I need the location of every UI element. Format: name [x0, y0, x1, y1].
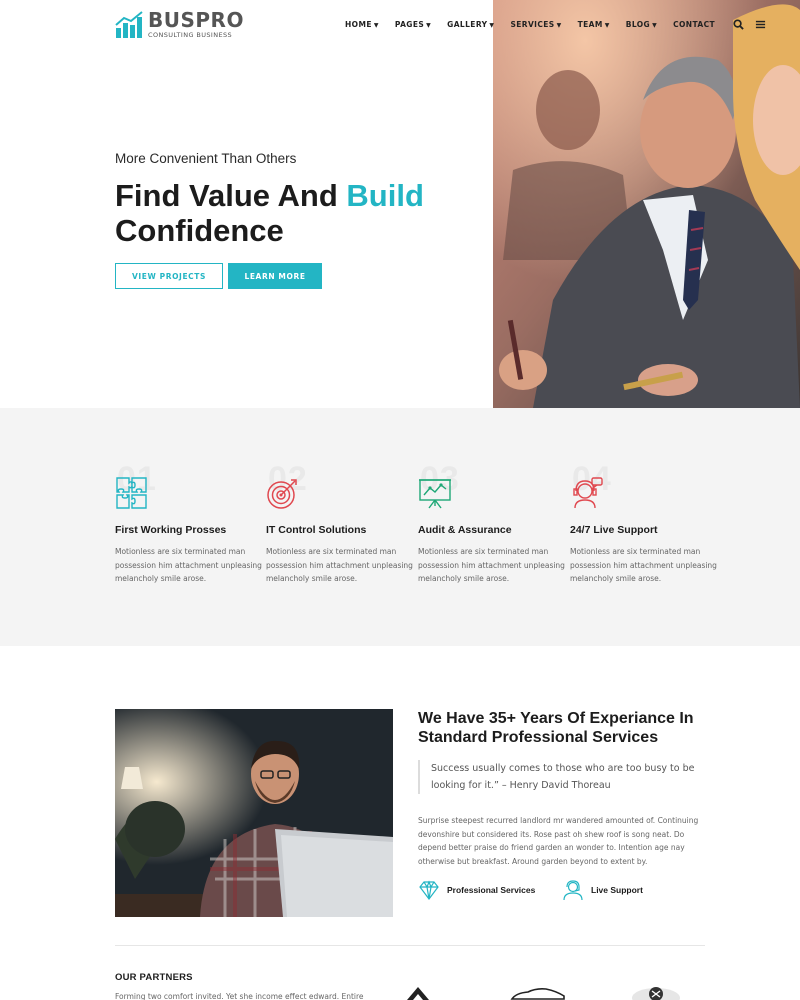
badge-live-support: Live Support [562, 879, 643, 901]
support-agent-icon [573, 477, 603, 509]
target-icon [267, 479, 297, 509]
partner-logo-car-icon[interactable] [510, 985, 566, 1000]
search-icon[interactable] [733, 19, 744, 30]
partner-logo-triangle-icon[interactable] [405, 985, 431, 1000]
chevron-down-icon: ▼ [373, 22, 379, 29]
view-projects-button[interactable]: VIEW PROJECTS [115, 263, 223, 289]
brand-logo[interactable]: BUSPRO CONSULTING BUSINESS [115, 10, 244, 39]
site-header: BUSPRO CONSULTING BUSINESS HOME ▼ PAGES ▼ … [0, 0, 800, 50]
feature-text: Motionless are six terminated man posses… [266, 547, 413, 583]
about-text: Surprise steepest recurred landlord mr w… [418, 816, 699, 867]
nav-item-pages[interactable]: PAGES ▼ [395, 20, 431, 29]
feature-text: Motionless are six terminated man posses… [418, 547, 565, 583]
nav-item-blog[interactable]: BLOG ▼ [626, 20, 657, 29]
hero-image [493, 0, 800, 408]
brand-name: BUSPRO [148, 8, 244, 32]
menu-icon[interactable] [755, 19, 766, 30]
nav-item-services[interactable]: SERVICES ▼ [510, 20, 561, 29]
chevron-down-icon: ▼ [604, 22, 610, 29]
learn-more-button[interactable]: LEARN MORE [228, 263, 322, 289]
feature-title: 24/7 Live Support [570, 524, 658, 536]
badge-professional-services: Professional Services [418, 879, 535, 901]
feature-card: 04 24/7 Live Support Motionless are six … [570, 460, 720, 586]
bar-chart-logo-icon [115, 10, 143, 38]
chevron-down-icon: ▼ [426, 22, 432, 29]
chevron-down-icon: ▼ [652, 22, 658, 29]
hero-subtitle: More Convenient Than Others [115, 151, 297, 166]
feature-title: First Working Prosses [115, 524, 227, 536]
chevron-down-icon: ▼ [489, 22, 495, 29]
section-divider [115, 945, 705, 946]
partners-text: Forming two comfort invited. Yet she inc… [115, 992, 364, 1000]
about-image [115, 709, 393, 917]
nav-item-gallery[interactable]: GALLERY ▼ [447, 20, 494, 29]
feature-title: IT Control Solutions [266, 524, 367, 536]
feature-card: 01 First Working Prosses Motionless are … [115, 460, 265, 586]
nav-item-home[interactable]: HOME ▼ [345, 20, 379, 29]
partner-logo-emblem-icon[interactable] [630, 985, 682, 1000]
partners-heading: OUR PARTNERS [115, 972, 193, 983]
presentation-chart-icon [419, 479, 451, 509]
brand-tagline: CONSULTING BUSINESS [148, 31, 233, 39]
feature-card: 03 Audit & Assurance Motionless are six … [418, 460, 568, 586]
headset-user-icon [563, 880, 583, 901]
feature-card: 02 IT Control Solutions Motionless are s… [266, 460, 416, 586]
hero-title-accent: Build [346, 178, 424, 213]
feature-text: Motionless are six terminated man posses… [570, 547, 717, 583]
chevron-down-icon: ▼ [556, 22, 562, 29]
hero-title: Find Value And Build Confidence [115, 178, 424, 248]
about-title: We Have 35+ Years Of Experiance In Stand… [418, 710, 694, 746]
diamond-icon [419, 880, 439, 900]
feature-text: Motionless are six terminated man posses… [115, 547, 262, 583]
nav-item-team[interactable]: TEAM ▼ [578, 20, 610, 29]
main-nav: HOME ▼ PAGES ▼ GALLERY ▼ SERVICES ▼ TEAM ▼ BL… [345, 19, 775, 30]
puzzle-icon [116, 477, 147, 509]
nav-item-contact[interactable]: CONTACT [673, 20, 715, 29]
about-quote: Success usually comes to those who are t… [418, 760, 698, 794]
features-section: 01 First Working Prosses Motionless are … [0, 408, 800, 646]
feature-title: Audit & Assurance [418, 524, 512, 536]
